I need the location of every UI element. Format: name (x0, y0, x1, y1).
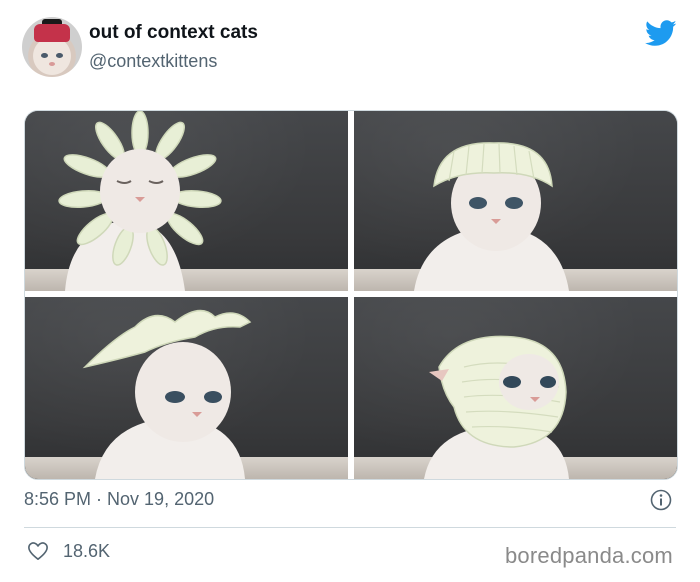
author-handle[interactable]: @contextkittens (89, 51, 217, 72)
cat-bonnet-hat-image (414, 142, 569, 291)
tweet-timestamp[interactable]: 8:56 PM · Nov 19, 2020 (24, 489, 214, 510)
watermark: boredpanda.com (505, 543, 673, 568)
divider (24, 527, 676, 528)
heart-icon[interactable] (27, 541, 49, 561)
avatar-hat (34, 24, 70, 42)
avatar-eye-right (56, 53, 63, 58)
avatar-nose (49, 62, 55, 66)
avatar-eye-left (41, 53, 48, 58)
cat-flower-hat-image (58, 111, 222, 291)
photo-3[interactable] (25, 297, 348, 479)
cat-hood-hat-image (424, 335, 569, 479)
author-display-name[interactable]: out of context cats (89, 22, 258, 44)
info-icon[interactable] (650, 489, 672, 511)
twitter-bird-icon[interactable] (645, 20, 677, 47)
photo-2[interactable] (354, 111, 677, 291)
like-count[interactable]: 18.6K (63, 541, 110, 562)
photo-4[interactable] (354, 297, 677, 479)
media-grid[interactable] (24, 110, 678, 480)
photo-1[interactable] (25, 111, 348, 291)
avatar[interactable] (22, 17, 82, 77)
cat-crown-hat-image (82, 309, 252, 479)
